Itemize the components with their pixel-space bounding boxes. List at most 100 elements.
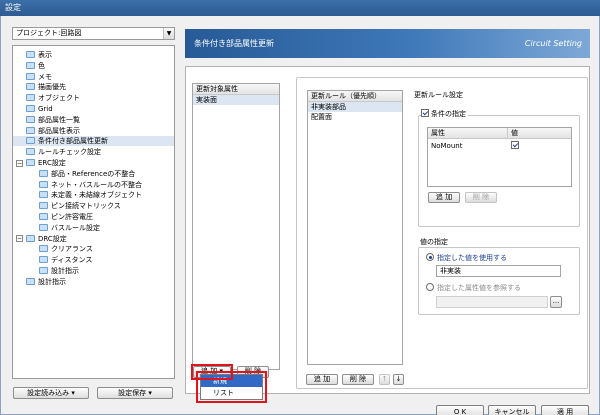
tree-node-label: メモ [38, 72, 52, 81]
tree-node[interactable]: 部品属性表示 [26, 126, 80, 136]
tree-node[interactable]: ディスタンス [39, 255, 92, 265]
ref-attr-radio[interactable]: 指定した属性値を参照する [426, 283, 521, 293]
ref-attr-label: 指定した属性値を参照する [437, 284, 521, 292]
tree-node[interactable]: ERC設定 [26, 158, 66, 168]
tree-node-label: DRC設定 [38, 234, 67, 243]
list-item[interactable]: 非実装部品 [308, 102, 402, 112]
checkbox-checked-icon[interactable] [421, 109, 429, 117]
tree-node[interactable]: 設計指示 [26, 277, 66, 287]
folder-icon [26, 126, 35, 134]
window-title: 設定 [5, 3, 21, 12]
value-group-title: 値の指定 [420, 238, 448, 246]
tree-node-label: オブジェクト [38, 94, 80, 103]
folder-icon [26, 61, 35, 69]
rules-list[interactable]: 更新ルール（優先順） 非実装部品 配置面 [307, 90, 403, 365]
folder-icon [39, 202, 48, 210]
folder-icon [39, 213, 48, 220]
tree-node[interactable]: 条件付き部品属性更新 [13, 136, 174, 147]
cancel-button[interactable]: キャンセル [488, 405, 536, 415]
tree-node-label: ネット・バスルールの不整合 [51, 180, 142, 189]
project-combo[interactable]: プロジェクト:回路図 ▼ [12, 27, 175, 40]
folder-icon [39, 223, 48, 231]
condition-add-button[interactable]: 追 加 [428, 192, 460, 203]
condition-table[interactable]: 属性 値 NoMount [427, 127, 572, 187]
page-title: 条件付き部品属性更新 [194, 39, 274, 48]
use-value-radio[interactable]: 指定した値を使用する [426, 253, 507, 263]
move-up-button[interactable]: ↑ [379, 374, 390, 385]
save-settings-button[interactable]: 設定保存 ▾ [97, 387, 173, 399]
tree-node[interactable]: 設計指示 [39, 266, 79, 276]
radio-unselected-icon[interactable] [426, 283, 434, 291]
column-value: 値 [507, 128, 518, 138]
tree-node-label: クリアランス [51, 245, 93, 254]
folder-icon [26, 277, 35, 285]
banner-subtitle: Circuit Setting [524, 39, 582, 48]
tree-node[interactable]: クリアランス [39, 244, 93, 254]
use-value-label: 指定した値を使用する [437, 254, 507, 262]
rules-add-button[interactable]: 追 加 [306, 374, 338, 385]
ref-attr-input[interactable] [436, 296, 548, 308]
folder-icon [39, 256, 48, 264]
tree-node[interactable]: メモ [26, 72, 52, 82]
condition-label: 条件の指定 [431, 110, 466, 118]
move-down-button[interactable]: ↓ [393, 374, 404, 385]
rules-delete-button[interactable]: 削 除 [342, 374, 374, 385]
collapse-toggle-icon[interactable]: − [16, 235, 23, 243]
tree-node[interactable]: 色 [26, 61, 45, 71]
table-row-attr[interactable]: NoMount [428, 141, 462, 151]
folder-icon [39, 169, 48, 177]
value-input[interactable]: 非実装 [436, 265, 561, 277]
rules-list-header: 更新ルール（優先順） [308, 91, 402, 102]
tree-node-label: バスルール設定 [51, 223, 100, 232]
folder-icon [26, 148, 35, 156]
tree-node[interactable]: ネット・バスルールの不整合 [39, 180, 142, 190]
tree-node[interactable]: Grid [26, 104, 53, 114]
browse-button[interactable]: ... [550, 296, 562, 308]
condition-delete-button[interactable]: 削 除 [465, 192, 497, 203]
tree-node[interactable]: ピン許容電圧 [39, 212, 93, 222]
chevron-down-icon[interactable]: ▼ [163, 28, 174, 39]
condition-table-header: 属性 値 [428, 128, 571, 139]
arrow-up-icon: ↑ [381, 375, 388, 383]
folder-icon [26, 234, 35, 242]
tree-node[interactable]: ピン接続マトリックス [39, 201, 121, 211]
checkbox-checked-icon[interactable] [511, 141, 519, 149]
tree-node[interactable]: 部品・Referenceの不整合 [39, 169, 135, 179]
tree-node[interactable]: 表示 [26, 50, 52, 60]
collapse-toggle-icon[interactable]: − [16, 159, 23, 167]
folder-icon [39, 267, 48, 274]
tree-node-label: 部品属性表示 [38, 126, 80, 135]
tree-node[interactable]: 未定義・未結線オブジェクト [39, 190, 142, 200]
radio-selected-icon[interactable] [426, 253, 434, 261]
tree-node[interactable]: ルールチェック設定 [26, 147, 101, 157]
list-item[interactable]: 実装面 [193, 95, 279, 105]
folder-icon [26, 137, 35, 145]
folder-icon [26, 159, 35, 166]
settings-tree[interactable]: 表示色メモ描画優先オブジェクト Grid 部品属性一覧 部品属性表示 条件付き部品属性更… [12, 45, 175, 379]
tree-node-label: 描画優先 [38, 83, 66, 92]
load-settings-button[interactable]: 設定読み込み ▾ [13, 387, 89, 399]
tree-node[interactable]: 描画優先 [26, 82, 66, 92]
highlight-box [196, 371, 267, 403]
ok-button[interactable]: O K [436, 405, 484, 415]
tree-node-label: Grid [38, 105, 53, 113]
list-item[interactable]: 配置面 [308, 112, 402, 122]
tree-node[interactable]: 部品属性一覧 [26, 115, 80, 125]
project-combo-value: プロジェクト:回路図 [16, 29, 82, 37]
condition-checkbox[interactable]: 条件の指定 [421, 109, 468, 119]
tree-node-label: 未定義・未結線オブジェクト [51, 191, 142, 200]
tree-node-label: ルールチェック設定 [38, 148, 101, 157]
folder-icon [26, 105, 35, 112]
target-list-header: 更新対象属性 [193, 84, 279, 95]
folder-icon [39, 191, 48, 199]
folder-icon [39, 180, 48, 188]
target-attribute-list[interactable]: 更新対象属性 実装面 [192, 83, 280, 370]
tree-node-label: 表示 [38, 51, 52, 59]
table-row-value[interactable] [508, 141, 521, 151]
rule-settings-title: 更新ルール設定 [414, 91, 463, 99]
tree-node[interactable]: DRC設定 [26, 234, 67, 244]
tree-node[interactable]: オブジェクト [26, 93, 80, 103]
tree-node[interactable]: バスルール設定 [39, 223, 100, 233]
arrow-down-icon: ↓ [395, 375, 402, 383]
apply-button[interactable]: 適 用 [541, 405, 589, 415]
